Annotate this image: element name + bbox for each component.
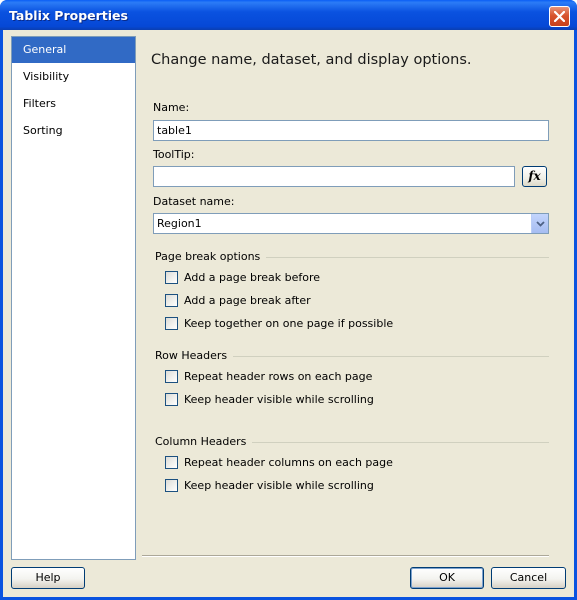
checkbox-label: Keep together on one page if possible <box>184 317 394 330</box>
row-headers-group: Row Headers <box>155 349 549 363</box>
fx-icon: fx <box>528 169 541 183</box>
ok-button[interactable]: OK <box>410 567 484 589</box>
row-headers-title: Row Headers <box>155 349 234 362</box>
title-bar[interactable]: Tablix Properties <box>0 0 577 30</box>
checkbox-box[interactable] <box>165 393 178 406</box>
close-icon <box>554 11 565 22</box>
nav-pane: General Visibility Filters Sorting <box>11 36 136 560</box>
checkbox-box[interactable] <box>165 479 178 492</box>
nav-item-general[interactable]: General <box>12 37 135 63</box>
dialog-window: Tablix Properties General Visibility Fil… <box>0 0 577 600</box>
group-divider <box>255 257 549 258</box>
help-button[interactable]: Help <box>11 567 85 589</box>
tooltip-input[interactable] <box>153 166 515 187</box>
nav-item-visibility[interactable]: Visibility <box>12 64 135 90</box>
window-title: Tablix Properties <box>9 8 128 23</box>
checkbox-box[interactable] <box>165 271 178 284</box>
dataset-label: Dataset name: <box>153 195 235 208</box>
tooltip-expression-button[interactable]: fx <box>522 166 547 187</box>
checkbox-box[interactable] <box>165 456 178 469</box>
page-break-title: Page break options <box>155 250 267 263</box>
chevron-down-icon <box>536 221 545 227</box>
checkbox-label: Keep header visible while scrolling <box>184 393 374 406</box>
nav-item-filters[interactable]: Filters <box>12 91 135 117</box>
checkbox-label: Add a page break before <box>184 271 321 284</box>
tooltip-label: ToolTip: <box>153 148 195 161</box>
name-input[interactable] <box>153 120 549 141</box>
cancel-button[interactable]: Cancel <box>491 567 566 589</box>
column-headers-group: Column Headers <box>155 435 549 449</box>
checkbox-label: Repeat header rows on each page <box>184 370 373 383</box>
dialog-client: General Visibility Filters Sorting Chang… <box>3 30 574 597</box>
checkbox-box[interactable] <box>165 370 178 383</box>
group-divider <box>227 356 549 357</box>
page-heading: Change name, dataset, and display option… <box>151 52 472 68</box>
checkbox-box[interactable] <box>165 317 178 330</box>
name-label: Name: <box>153 101 190 114</box>
column-headers-title: Column Headers <box>155 435 253 448</box>
dataset-dropdown-button[interactable] <box>531 214 548 233</box>
dataset-select[interactable]: Region1 <box>153 213 549 234</box>
dataset-selected-value: Region1 <box>157 217 202 230</box>
nav-item-sorting[interactable]: Sorting <box>12 118 135 144</box>
checkbox-label: Add a page break after <box>184 294 311 307</box>
checkbox-box[interactable] <box>165 294 178 307</box>
close-button[interactable] <box>549 6 570 27</box>
page-break-group: Page break options <box>155 250 549 264</box>
footer-separator <box>142 555 549 557</box>
group-divider <box>243 442 549 443</box>
checkbox-label: Keep header visible while scrolling <box>184 479 374 492</box>
checkbox-label: Repeat header columns on each page <box>184 456 393 469</box>
